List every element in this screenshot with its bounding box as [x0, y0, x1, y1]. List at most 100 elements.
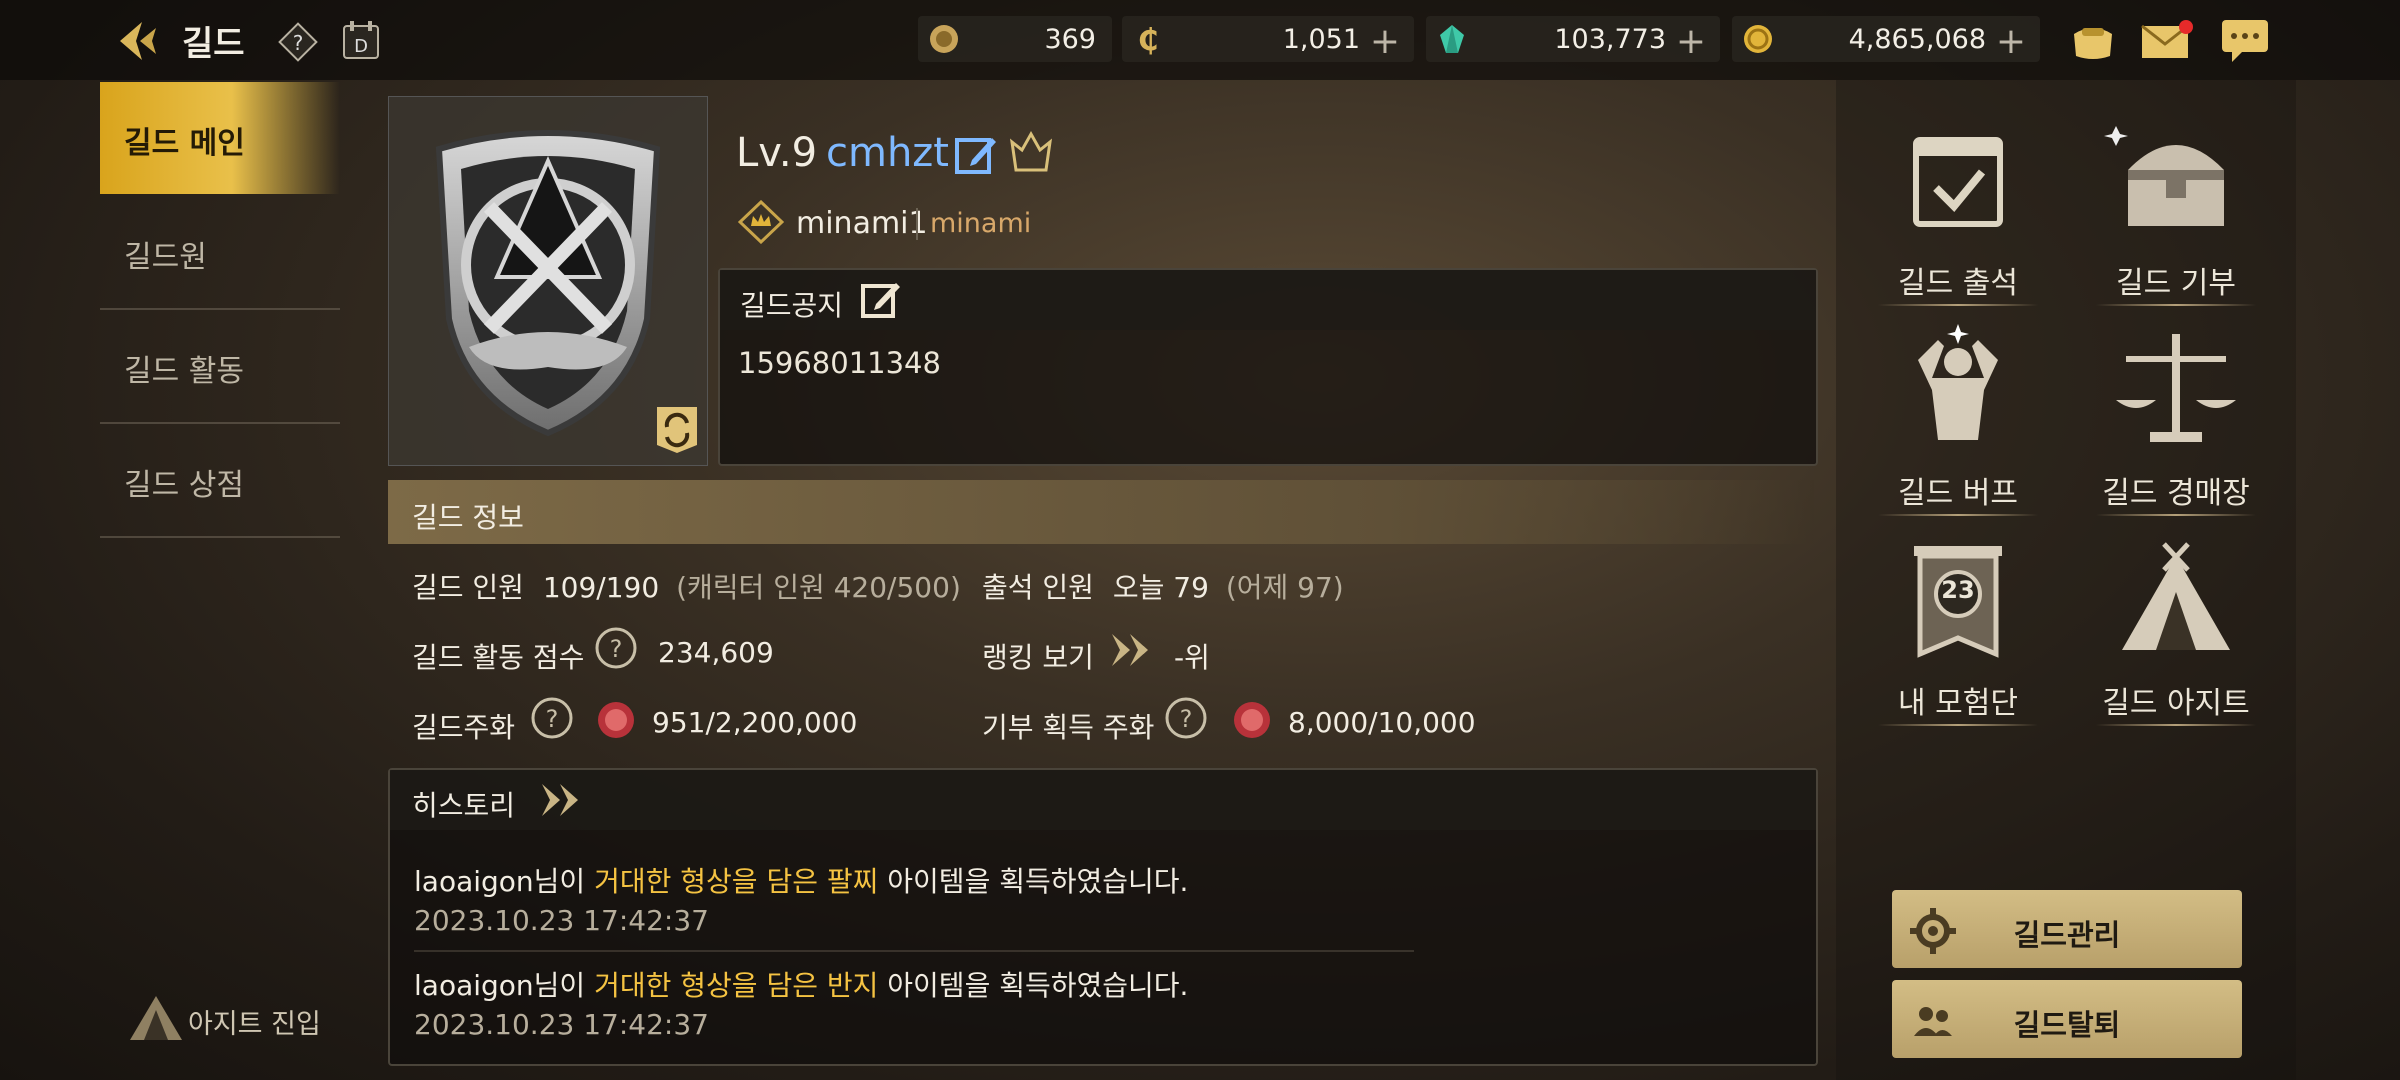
- plus-icon[interactable]: +: [1676, 24, 1706, 60]
- ranking-arrow-icon[interactable]: [1108, 630, 1158, 674]
- activity-label: 길드 활동 점수: [412, 641, 585, 674]
- history-panel: 히스토리 laoaigon님이 거대한 형상을 담은 팔찌 아이템을 획득하였습…: [388, 768, 1818, 1066]
- attendance-row: 출석 인원 오늘 79 (어제 97): [982, 566, 1344, 606]
- currency-value: 1,051: [1282, 24, 1360, 55]
- currency-value: 369: [1044, 24, 1096, 55]
- nav-guild-shop[interactable]: 길드 상점: [100, 424, 340, 536]
- tent-icon: [130, 996, 182, 1040]
- guild-manage-button[interactable]: 길드관리: [1892, 890, 2242, 968]
- hideout-enter-label: 아지트 진입: [188, 1009, 321, 1040]
- guild-rank-crest-icon[interactable]: [1006, 130, 1056, 180]
- attend-today: 오늘 79: [1112, 571, 1209, 604]
- nav-label: 길드 활동: [124, 354, 244, 389]
- tent-icon: [2122, 542, 2230, 650]
- page-title: 길드: [182, 24, 245, 64]
- nav-label: 길드 상점: [124, 468, 244, 503]
- notice-header: 길드공지: [720, 270, 1816, 330]
- c-coin-icon: ₵: [1138, 23, 1159, 57]
- history-user: laoaigon: [414, 865, 534, 898]
- side-underline: [1878, 304, 2038, 306]
- muscle-man-icon: [1918, 324, 1998, 440]
- calendar-d-icon[interactable]: D: [338, 18, 384, 64]
- members-label: 길드 인원: [412, 571, 524, 604]
- donate-coin-value: 8,000/10,000: [1288, 706, 1476, 739]
- history-entry: laoaigon님이 거대한 형상을 담은 반지 아이템을 획득하였습니다.: [414, 964, 1188, 1004]
- guild-info-header: 길드 정보: [388, 480, 1814, 544]
- members-row: 길드 인원 109/190 (캐릭터 인원 420/500): [412, 566, 961, 606]
- plus-icon[interactable]: +: [1996, 24, 2026, 60]
- nav-label: 길드 메인: [124, 126, 245, 161]
- side-guild-donation[interactable]: 길드 기부: [2076, 110, 2276, 310]
- ranking-label: 랭킹 보기: [982, 641, 1094, 674]
- activity-help-icon[interactable]: ?: [594, 626, 640, 676]
- history-text: 님이: [533, 865, 595, 898]
- edit-notice-icon[interactable]: [860, 280, 902, 324]
- side-underline: [2096, 514, 2256, 516]
- side-underline: [2096, 304, 2256, 306]
- currency-slot-2: ₵ 1,051 +: [1122, 16, 1414, 62]
- history-divider: [414, 950, 1414, 952]
- side-underline: [1878, 514, 2038, 516]
- bag-icon[interactable]: [2068, 18, 2118, 66]
- coin-help-icon[interactable]: ?: [530, 696, 576, 746]
- side-label: 길드 버프: [1898, 476, 2018, 511]
- side-guild-hideout[interactable]: 길드 아지트: [2076, 530, 2276, 730]
- guild-emblem-frame: [388, 96, 708, 466]
- guild-coin-icon: [1232, 700, 1272, 744]
- nav-guild-activity[interactable]: 길드 활동: [100, 310, 340, 422]
- history-arrow-icon[interactable]: [538, 780, 588, 824]
- plus-icon[interactable]: +: [1370, 24, 1400, 60]
- svg-text:₵: ₵: [1138, 23, 1159, 57]
- members-value: 109/190: [542, 571, 660, 604]
- notice-title: 길드공지: [740, 289, 844, 322]
- members-char: (캐릭터 인원 420/500): [676, 571, 961, 604]
- side-my-adventure-team[interactable]: 23 내 모험단: [1858, 530, 2058, 730]
- side-guild-buff[interactable]: 길드 버프: [1858, 320, 2058, 520]
- history-user: laoaigon: [414, 969, 534, 1002]
- calendar-check-icon: [1913, 137, 2003, 227]
- nav-guild-main[interactable]: 길드 메인: [100, 82, 340, 194]
- emblem-change-icon[interactable]: [655, 405, 699, 459]
- side-underline: [2096, 724, 2256, 726]
- history-entry: laoaigon님이 거대한 형상을 담은 팔찌 아이템을 획득하였습니다.: [414, 860, 1188, 900]
- history-time: 2023.10.23 17:42:37: [414, 1008, 709, 1041]
- history-item: 거대한 형상을 담은 반지: [594, 969, 879, 1002]
- side-guild-attendance[interactable]: 길드 출석: [1858, 110, 2058, 310]
- sun-medal-icon: [930, 25, 958, 53]
- adventure-badge-number: 23: [1941, 576, 1975, 604]
- nav-label: 길드원: [124, 240, 207, 275]
- history-header: 히스토리: [390, 770, 1816, 830]
- nav-divider: [100, 536, 340, 538]
- back-arrow-icon[interactable]: [112, 14, 166, 68]
- edit-name-icon[interactable]: [954, 134, 998, 180]
- svg-text:?: ?: [610, 635, 623, 663]
- donate-coin-help-icon[interactable]: ?: [1164, 696, 1210, 746]
- svg-text:?: ?: [1180, 705, 1193, 733]
- guild-leave-button[interactable]: 길드탈퇴: [1892, 980, 2242, 1058]
- coin-label: 길드주화: [412, 711, 516, 744]
- guild-leave-label: 길드탈퇴: [2013, 1008, 2121, 1042]
- treasure-chest-icon: [2104, 126, 2224, 226]
- green-gem-icon: [1440, 25, 1464, 53]
- history-text: 아이템을 획득하였습니다.: [878, 865, 1189, 898]
- side-guild-auction[interactable]: 길드 경매장: [2076, 320, 2276, 520]
- side-label: 길드 출석: [1898, 266, 2018, 301]
- ranking-value: -위: [1174, 641, 1210, 674]
- side-label: 길드 경매장: [2102, 476, 2250, 511]
- notice-text: 15968011348: [738, 346, 941, 380]
- nav-guild-members[interactable]: 길드원: [100, 196, 340, 308]
- guild-info-title: 길드 정보: [412, 501, 524, 534]
- activity-value: 234,609: [658, 636, 774, 669]
- mail-icon[interactable]: [2140, 20, 2194, 66]
- guild-name: cmhzt: [826, 130, 949, 176]
- help-icon[interactable]: ?: [276, 20, 320, 64]
- currency-value: 4,865,068: [1848, 24, 1986, 55]
- currency-value: 103,773: [1554, 24, 1666, 55]
- currency-slot-4: 4,865,068 +: [1732, 16, 2040, 62]
- history-text: 아이템을 획득하였습니다.: [878, 969, 1189, 1002]
- guild-coin-icon: [596, 700, 636, 744]
- scales-icon: [2116, 334, 2236, 442]
- gold-coin-icon: [1744, 25, 1772, 53]
- chat-icon[interactable]: [2220, 18, 2270, 68]
- side-label: 길드 아지트: [2102, 686, 2250, 721]
